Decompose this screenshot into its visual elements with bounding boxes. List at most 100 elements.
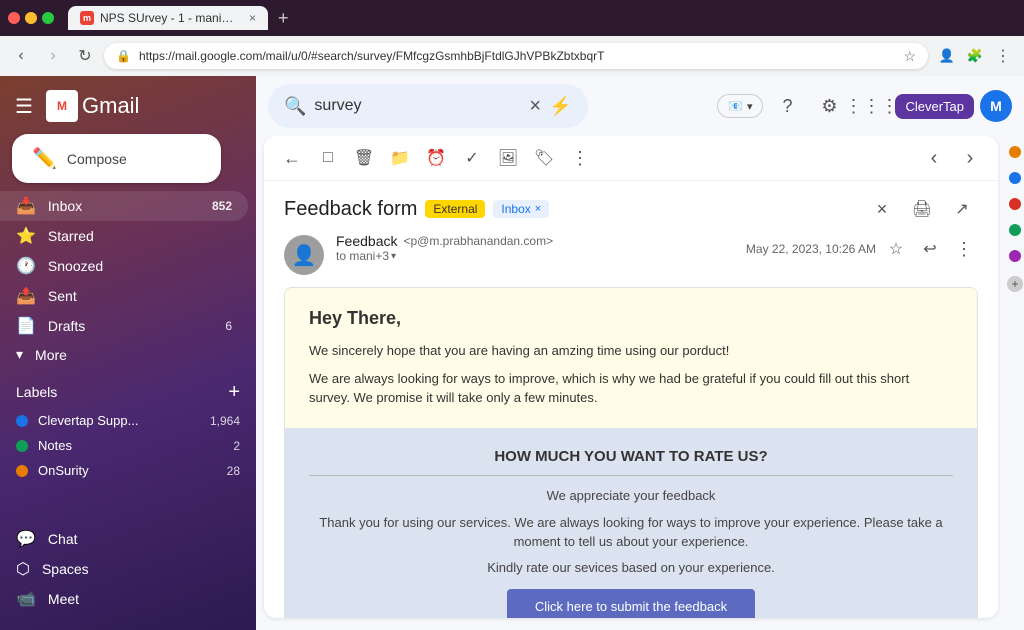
mail-type-button[interactable]: 📧▾ xyxy=(717,94,763,118)
reload-button[interactable]: ↻ xyxy=(72,43,98,69)
clevertap-label-count: 1,964 xyxy=(210,414,240,428)
sender-to-row[interactable]: to mani+3 ▾ xyxy=(336,249,734,263)
profile-icon-btn[interactable]: 👤 xyxy=(934,43,960,69)
notes-label-count: 2 xyxy=(233,439,240,453)
sidebar: ☰ M Gmail ✏️ Compose 📥 Inbox 852 xyxy=(0,76,256,630)
email-scroll-area[interactable]: Feedback form External Inbox × × 🖨 ↗ � xyxy=(264,181,998,618)
hamburger-menu-button[interactable]: ☰ xyxy=(8,90,40,122)
to-label: to mani+3 xyxy=(336,249,389,263)
starred-icon: ⭐ xyxy=(16,226,36,246)
email-subject-text: Feedback form xyxy=(284,198,417,221)
search-clear-icon[interactable]: × xyxy=(529,95,541,118)
compose-label: Compose xyxy=(67,151,127,167)
search-container[interactable]: 🔍 × ⚡ xyxy=(268,84,588,128)
snooze-button[interactable]: ⏰ xyxy=(420,142,452,174)
apps-grid-button[interactable]: ⋮⋮⋮ xyxy=(853,88,889,124)
feedback-label-text: We appreciate your feedback xyxy=(309,488,953,503)
snoozed-label: Snoozed xyxy=(48,258,232,274)
prev-email-button[interactable]: ‹ xyxy=(918,142,950,174)
snoozed-icon: 🕐 xyxy=(16,256,36,276)
help-button[interactable]: ? xyxy=(769,88,805,124)
clevertap-label-name: Clevertap Supp... xyxy=(38,413,200,428)
reply-email-button[interactable]: ↩ xyxy=(916,235,944,263)
labels-section: Labels + Clevertap Supp... 1,964 Notes 2… xyxy=(0,376,256,483)
sidebar-item-snoozed[interactable]: 🕐 Snoozed xyxy=(0,251,248,281)
email-toolbar: ← □ 🗑 📁 ⏰ ✓ 🖼 🏷 ⋮ ‹ › xyxy=(264,136,998,181)
inbox-tag-close-icon[interactable]: × xyxy=(535,203,541,215)
browser-tab[interactable]: m NPS SUrvey - 1 - mani@cleve... × xyxy=(68,6,268,30)
add-image-button[interactable]: 🖼 xyxy=(492,142,524,174)
sidebar-item-sent[interactable]: 📤 Sent xyxy=(0,281,248,311)
onsurity-label-count: 28 xyxy=(227,464,240,478)
next-email-button[interactable]: › xyxy=(954,142,986,174)
sidebar-item-drafts[interactable]: 📄 Drafts 6 xyxy=(0,311,248,341)
right-icon-1[interactable] xyxy=(1009,146,1021,158)
email-line1: We sincerely hope that you are having an… xyxy=(309,341,953,361)
right-icon-5[interactable] xyxy=(1009,250,1021,262)
right-icon-4[interactable] xyxy=(1009,224,1021,236)
right-icon-3[interactable] xyxy=(1009,198,1021,210)
sidebar-item-inbox[interactable]: 📥 Inbox 852 xyxy=(0,191,248,221)
inbox-count: 852 xyxy=(212,199,232,213)
move-to-button[interactable]: 📁 xyxy=(384,142,416,174)
add-right-panel-button[interactable]: + xyxy=(1007,276,1023,292)
search-filter-icon[interactable]: ⚡ xyxy=(549,96,571,117)
sidebar-item-more[interactable]: ▾ More xyxy=(0,341,248,368)
drafts-label: Drafts xyxy=(48,318,213,334)
survey-text2: Kindly rate our sevices based on your ex… xyxy=(309,560,953,575)
back-to-list-button[interactable]: ← xyxy=(276,142,308,174)
email-body-top: Hey There, We sincerely hope that you ar… xyxy=(285,288,977,428)
right-side-panel: + xyxy=(1006,136,1024,626)
email-line2: We are always looking for ways to improv… xyxy=(309,369,953,408)
label-item-notes[interactable]: Notes 2 xyxy=(0,433,256,458)
sender-details: Feedback <p@m.prabhanandan.com> to mani+… xyxy=(336,233,734,263)
address-input[interactable]: 🔒 https://mail.google.com/mail/u/0/#sear… xyxy=(104,43,928,69)
new-tab-icon[interactable]: + xyxy=(278,8,289,29)
print-button[interactable]: 🖨 xyxy=(906,193,938,225)
right-icon-2[interactable] xyxy=(1009,172,1021,184)
spaces-icon: ⬡ xyxy=(16,559,30,579)
compose-button[interactable]: ✏️ Compose xyxy=(12,134,221,183)
email-more-button[interactable]: ⋮ xyxy=(950,235,978,263)
mark-done-button[interactable]: ✓ xyxy=(456,142,488,174)
submit-feedback-button[interactable]: Click here to submit the feedback xyxy=(507,589,755,619)
browser-menu-icon[interactable]: ⋮ xyxy=(990,43,1016,69)
extensions-icon[interactable]: 🧩 xyxy=(962,43,988,69)
email-subject-row: Feedback form External Inbox × × 🖨 ↗ xyxy=(264,181,998,233)
forward-button[interactable]: › xyxy=(40,43,66,69)
open-in-new-button[interactable]: ↗ xyxy=(946,193,978,225)
delete-button[interactable]: 🗑 xyxy=(348,142,380,174)
settings-button[interactable]: ⚙ xyxy=(811,88,847,124)
back-button[interactable]: ‹ xyxy=(8,43,34,69)
tab-close-icon[interactable]: × xyxy=(249,11,256,25)
top-icon-group: 📧▾ ? ⚙ ⋮⋮⋮ CleverTap M xyxy=(717,88,1012,124)
clevertap-badge[interactable]: CleverTap xyxy=(895,94,974,119)
email-date-text: May 22, 2023, 10:26 AM xyxy=(746,242,876,256)
star-email-button[interactable]: ☆ xyxy=(882,235,910,263)
chat-label: Chat xyxy=(48,531,240,547)
more-actions-button[interactable]: ⋮ xyxy=(564,142,596,174)
email-greeting: Hey There, xyxy=(309,308,953,329)
search-input[interactable] xyxy=(314,97,521,115)
close-email-button[interactable]: × xyxy=(866,193,898,225)
sender-email-address: <p@m.prabhanandan.com> xyxy=(403,234,553,248)
sidebar-item-starred[interactable]: ⭐ Starred xyxy=(0,221,248,251)
gmail-logo: M Gmail xyxy=(46,90,139,122)
star-bookmark-icon[interactable]: ☆ xyxy=(903,48,916,65)
tab-title: NPS SUrvey - 1 - mani@cleve... xyxy=(100,11,243,25)
archive-button[interactable]: □ xyxy=(312,142,344,174)
sidebar-meet-item[interactable]: 📹 Meet xyxy=(0,584,256,614)
search-magnifier-icon: 🔍 xyxy=(284,96,306,117)
add-label-button[interactable]: + xyxy=(228,382,240,402)
label-button[interactable]: 🏷 xyxy=(528,142,560,174)
user-avatar[interactable]: M xyxy=(980,90,1012,122)
sidebar-chat-item[interactable]: 💬 Chat xyxy=(0,524,256,554)
expand-to-icon[interactable]: ▾ xyxy=(391,251,396,262)
label-item-onsurity[interactable]: OnSurity 28 xyxy=(0,458,256,483)
sidebar-spaces-item[interactable]: ⬡ Spaces xyxy=(0,554,256,584)
sent-icon: 📤 xyxy=(16,286,36,306)
external-tag: External xyxy=(425,200,485,218)
label-item-clevertap[interactable]: Clevertap Supp... 1,964 xyxy=(0,408,256,433)
survey-title-text: HOW MUCH YOU WANT TO RATE US? xyxy=(309,448,953,476)
tab-favicon: m xyxy=(80,11,94,25)
